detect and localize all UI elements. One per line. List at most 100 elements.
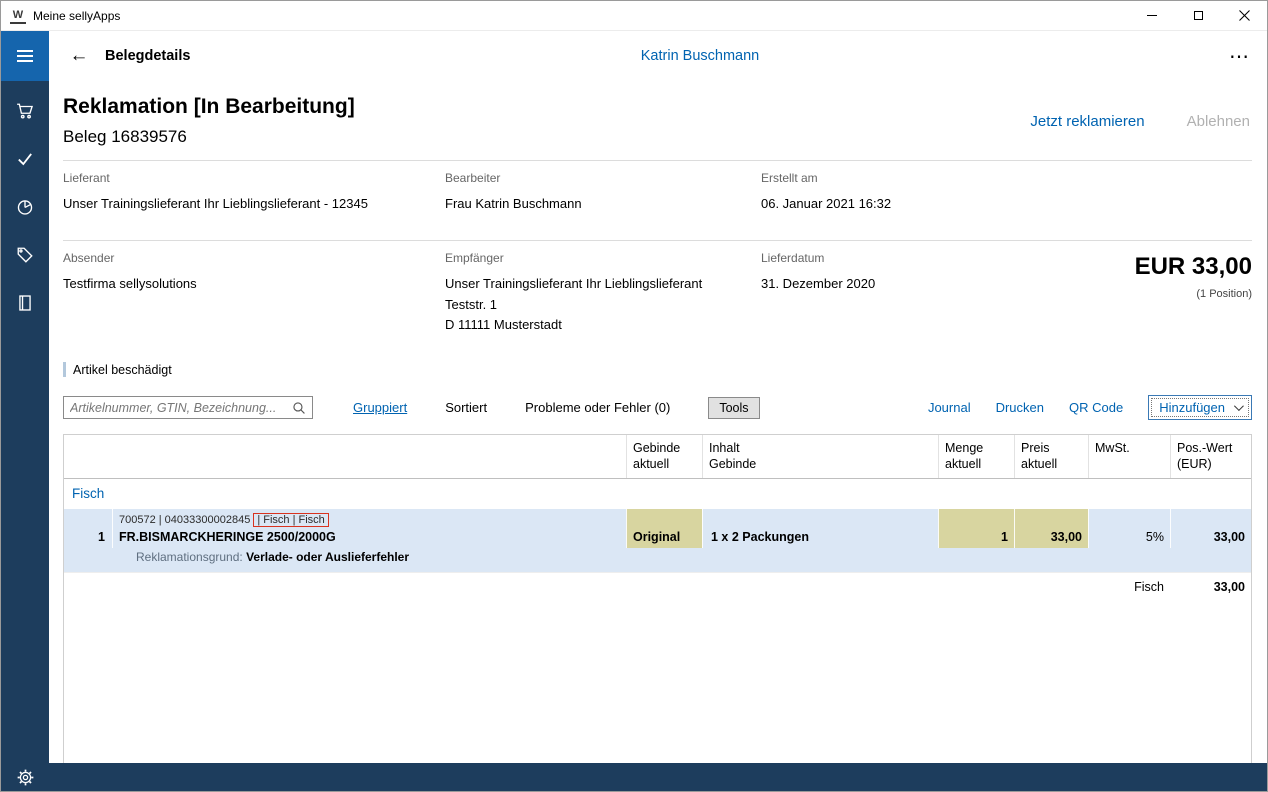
check-icon: [18, 153, 32, 166]
sidebar-item-settings[interactable]: [1, 763, 49, 791]
field-label: Lieferdatum: [761, 250, 825, 265]
column-header-mwst: MwSt.: [1088, 435, 1170, 478]
pie-chart-icon: [17, 200, 33, 215]
field-value: Testfirma sellysolutions: [63, 275, 197, 291]
field-value: 31. Dezember 2020: [761, 275, 876, 291]
maximize-button[interactable]: [1175, 1, 1221, 30]
group-sum-row: Fisch 33,00: [64, 571, 1251, 601]
cart-icon: [17, 103, 34, 119]
sum-value: 33,00: [1213, 579, 1245, 594]
qr-code-link[interactable]: QR Code: [1069, 400, 1123, 415]
maximize-icon: [1193, 11, 1203, 20]
status-note-text: Artikel beschädigt: [73, 362, 172, 377]
sidebar-item-labels[interactable]: [1, 231, 49, 279]
positions-table: Gebinde aktuell Inhalt Gebinde Menge akt…: [63, 434, 1252, 763]
close-icon: [1238, 10, 1250, 21]
field-label: Absender: [63, 250, 115, 265]
add-button[interactable]: Hinzufügen: [1148, 395, 1252, 421]
print-link[interactable]: Drucken: [996, 400, 1044, 415]
wert-cell: 33,00: [1170, 508, 1251, 548]
reject-button[interactable]: Ablehnen: [1187, 113, 1250, 130]
reclamation-reason-row: Reklamationsgrund: Verlade- oder Auslief…: [64, 547, 1251, 572]
window-title: Meine sellyApps: [33, 8, 121, 23]
group-header-row: Fisch: [72, 486, 105, 502]
status-note: Artikel beschädigt: [63, 362, 1252, 378]
mwst-cell: 5%: [1088, 508, 1170, 548]
journal-link[interactable]: Journal: [928, 400, 971, 415]
field-label: Empfänger: [445, 250, 504, 265]
gebinde-cell: Original: [626, 508, 702, 548]
page-title: Reklamation [In Bearbeitung]: [63, 95, 355, 118]
menge-cell: 1: [938, 508, 1014, 548]
field-value-line: D 11111 Musterstadt: [445, 317, 562, 333]
article-number: 700572 | 04033300002845: [119, 513, 251, 526]
document-total: EUR 33,00 (1 Position): [1022, 251, 1252, 336]
field-label: Lieferant: [63, 171, 110, 185]
hamburger-icon: [17, 50, 33, 52]
table-header-row: Gebinde aktuell Inhalt Gebinde Menge akt…: [64, 435, 1251, 479]
sum-group-label: Fisch: [1134, 579, 1164, 594]
position-count: (1 Position): [1196, 287, 1252, 300]
position-number: 1: [98, 529, 105, 544]
search-input[interactable]: [64, 397, 292, 419]
hamburger-menu-button[interactable]: [1, 31, 49, 81]
field-value-line: Teststr. 1: [445, 296, 498, 312]
add-button-label: Hinzufügen: [1159, 400, 1225, 416]
field-empfaenger: Empfänger Unser Trainingslieferant Ihr L…: [445, 251, 761, 336]
column-header-preis: Preis aktuell: [1014, 435, 1088, 478]
column-header-wert: Pos.-Wert (EUR): [1170, 435, 1251, 478]
field-lieferant: Lieferant Unser Trainingslieferant Ihr L…: [63, 171, 445, 215]
document-detail-page: Reklamation [In Bearbeitung] Beleg 16839…: [49, 81, 1267, 763]
tag-icon: [17, 247, 33, 263]
status-accent-bar: [63, 362, 66, 378]
book-icon: [19, 295, 31, 311]
field-absender: Absender Testfirma sellysolutions: [63, 251, 445, 336]
total-amount: EUR 33,00: [1134, 252, 1252, 280]
problems-filter[interactable]: Probleme oder Fehler (0): [525, 400, 670, 415]
minimize-button[interactable]: [1129, 1, 1175, 30]
table-empty-area: [64, 600, 1251, 763]
article-row[interactable]: 1 700572 | 04033300002845 | Fisch | Fisc…: [64, 508, 1251, 548]
more-options-button[interactable]: ⋯: [1229, 44, 1251, 69]
search-icon: [293, 402, 305, 414]
close-button[interactable]: [1221, 1, 1267, 30]
sorted-toggle[interactable]: Sortiert: [445, 400, 487, 415]
column-header-menge: Menge aktuell: [938, 435, 1014, 478]
sidebar-item-journal[interactable]: [1, 279, 49, 327]
back-button[interactable]: ←: [65, 45, 93, 67]
search-box: [63, 396, 313, 420]
sidebar-item-cart[interactable]: [1, 87, 49, 135]
inhalt-cell: 1 x 2 Packungen: [702, 508, 938, 548]
positions-toolbar: Gruppiert Sortiert Probleme oder Fehler …: [63, 395, 1252, 421]
reason-value: Verlade- oder Auslieferfehler: [242, 549, 410, 564]
field-value: Frau Katrin Buschmann: [445, 196, 582, 211]
column-header-article: [112, 435, 626, 478]
title-bar: W Meine sellyApps: [1, 1, 1267, 31]
sidebar-item-statistics[interactable]: [1, 183, 49, 231]
app-icon: W: [10, 8, 26, 24]
annotation-text: | Fisch | Fisch: [257, 513, 325, 526]
field-erstellt-am: Erstellt am 06. Januar 2021 16:32: [761, 171, 1252, 215]
article-description-cell: 700572 | 04033300002845 | Fisch | Fisch …: [112, 508, 626, 548]
field-bearbeiter: Bearbeiter Frau Katrin Buschmann: [445, 171, 761, 215]
bottom-bar: [1, 763, 1267, 791]
field-label: Bearbeiter: [445, 171, 501, 185]
reclaim-now-button[interactable]: Jetzt reklamieren: [1030, 113, 1144, 130]
field-label: Erstellt am: [761, 171, 818, 185]
column-header-pos: [64, 435, 112, 478]
tools-button[interactable]: Tools: [708, 396, 760, 419]
field-value: 06. Januar 2021 16:32: [761, 196, 892, 211]
app-window: W Meine sellyApps ← Belegdetails Katrin …: [0, 0, 1268, 792]
annotation-highlight-box: | Fisch | Fisch: [253, 512, 329, 527]
gear-icon: [17, 769, 33, 785]
page-nav-title: Belegdetails: [105, 48, 191, 64]
document-number: Beleg 16839576: [63, 127, 187, 146]
column-header-gebinde: Gebinde aktuell: [626, 435, 702, 478]
column-header-inhalt: Inhalt Gebinde: [702, 435, 938, 478]
field-lieferdatum: Lieferdatum 31. Dezember 2020: [761, 251, 1022, 336]
reason-label: Reklamationsgrund:: [136, 549, 243, 564]
grouped-toggle[interactable]: Gruppiert: [353, 400, 407, 415]
sidebar-item-tasks[interactable]: [1, 135, 49, 183]
user-name: Katrin Buschmann: [640, 48, 760, 64]
article-name: FR.BISMARCKHERINGE 2500/2000G: [119, 529, 336, 544]
